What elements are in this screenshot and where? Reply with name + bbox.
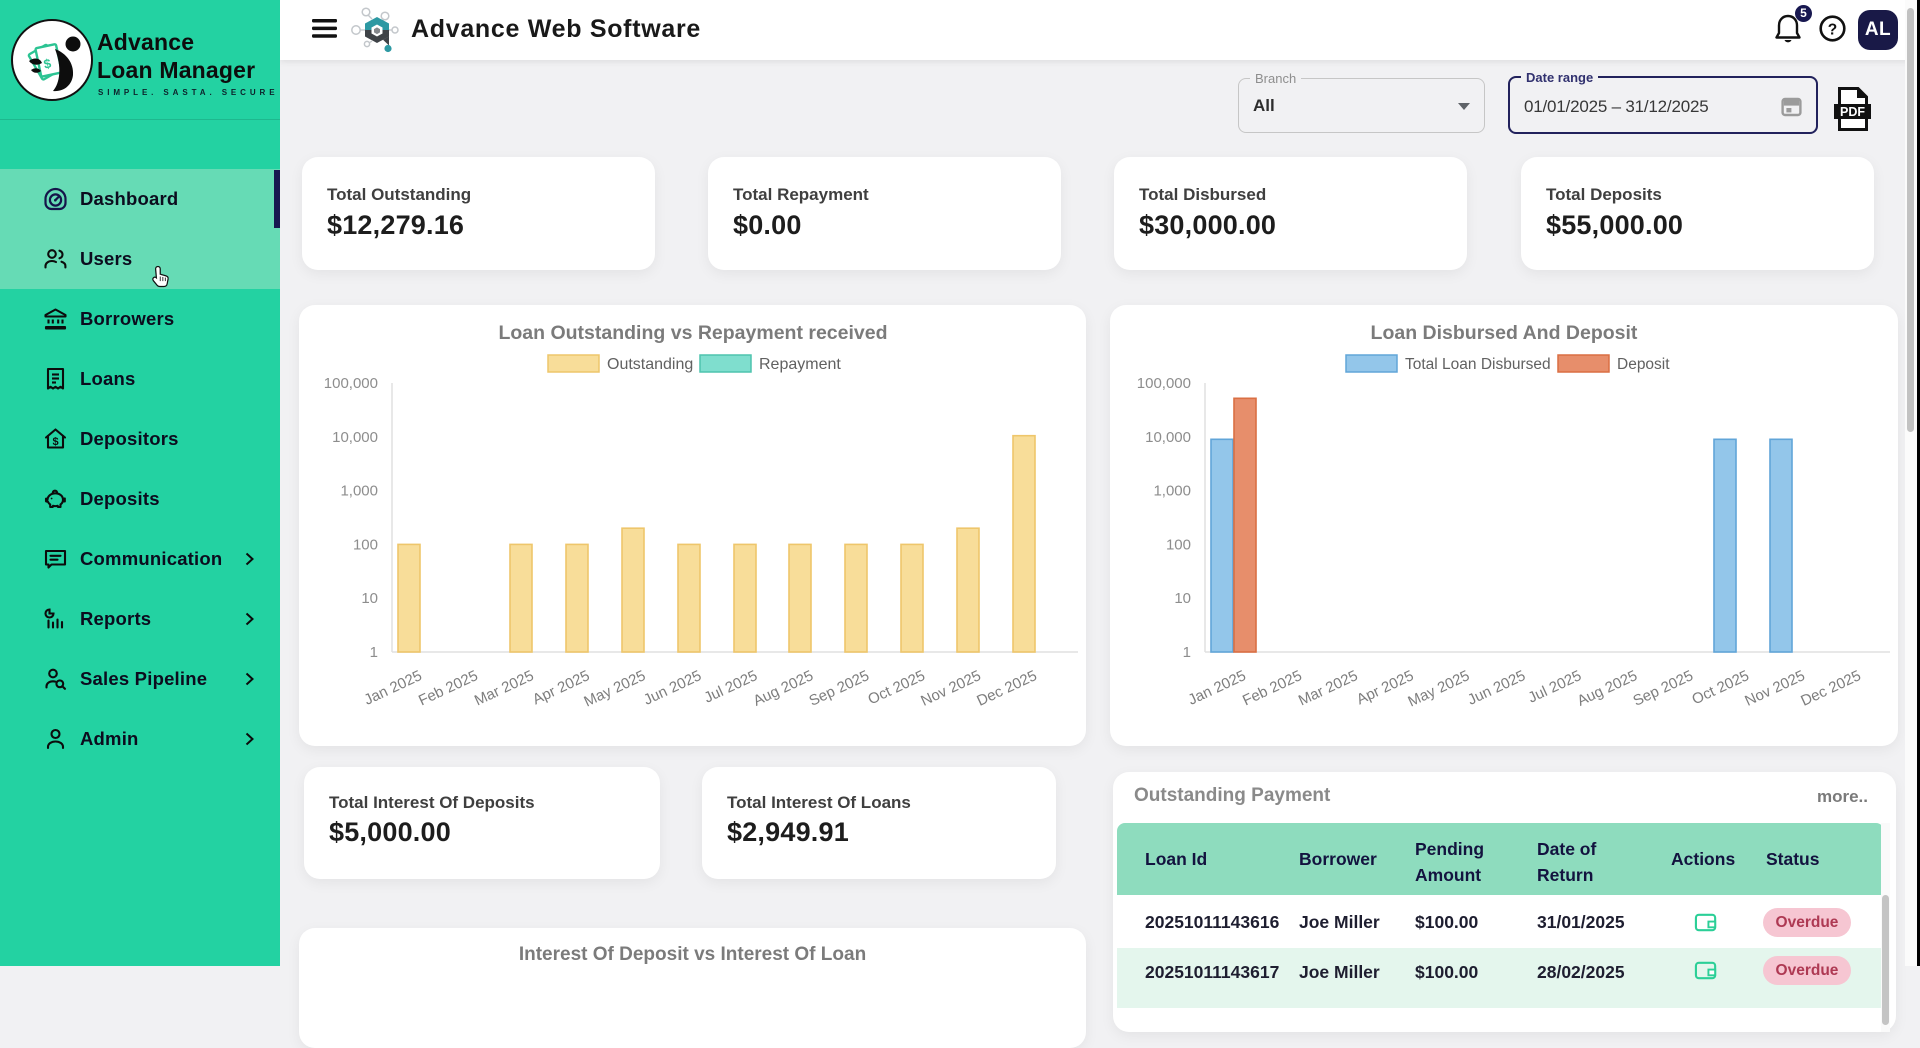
svg-text:10,000: 10,000 bbox=[332, 429, 378, 446]
svg-text:Loan Outstanding vs Repayment: Loan Outstanding vs Repayment received bbox=[498, 322, 887, 344]
svg-text:10: 10 bbox=[1174, 590, 1191, 607]
svg-text:Oct 2025: Oct 2025 bbox=[865, 667, 927, 708]
svg-text:100,000: 100,000 bbox=[324, 375, 378, 392]
svg-text:Mar 2025: Mar 2025 bbox=[472, 667, 537, 709]
svg-text:Dec 2025: Dec 2025 bbox=[1798, 667, 1863, 710]
svg-text:Deposit: Deposit bbox=[1617, 356, 1670, 373]
svg-text:Nov 2025: Nov 2025 bbox=[1742, 667, 1807, 710]
svg-text:Mar 2025: Mar 2025 bbox=[1296, 667, 1361, 709]
svg-text:1: 1 bbox=[370, 644, 378, 661]
svg-text:Jun 2025: Jun 2025 bbox=[641, 667, 704, 708]
svg-text:Sep 2025: Sep 2025 bbox=[1630, 667, 1695, 710]
svg-text:Aug 2025: Aug 2025 bbox=[1575, 667, 1640, 710]
svg-text:May 2025: May 2025 bbox=[581, 667, 648, 710]
svg-text:Oct 2025: Oct 2025 bbox=[1689, 667, 1751, 708]
svg-text:Nov 2025: Nov 2025 bbox=[918, 667, 983, 710]
svg-text:Feb 2025: Feb 2025 bbox=[416, 667, 481, 709]
svg-text:1: 1 bbox=[1183, 644, 1191, 661]
svg-text:1,000: 1,000 bbox=[340, 483, 378, 500]
svg-text:10,000: 10,000 bbox=[1145, 429, 1191, 446]
svg-text:10: 10 bbox=[361, 590, 378, 607]
svg-text:Jul 2025: Jul 2025 bbox=[1526, 667, 1585, 706]
svg-text:Jan 2025: Jan 2025 bbox=[362, 667, 425, 708]
svg-text:Jul 2025: Jul 2025 bbox=[702, 667, 761, 706]
svg-text:May 2025: May 2025 bbox=[1405, 667, 1472, 710]
svg-text:Feb 2025: Feb 2025 bbox=[1240, 667, 1305, 709]
svg-text:1,000: 1,000 bbox=[1153, 483, 1191, 500]
svg-text:PDF: PDF bbox=[1840, 105, 1865, 119]
svg-text:Jun 2025: Jun 2025 bbox=[1465, 667, 1528, 708]
svg-text:Loan Disbursed And Deposit: Loan Disbursed And Deposit bbox=[1371, 322, 1638, 344]
svg-text:Dec 2025: Dec 2025 bbox=[974, 667, 1039, 710]
svg-text:100,000: 100,000 bbox=[1137, 375, 1191, 392]
svg-text:Apr 2025: Apr 2025 bbox=[1354, 667, 1416, 708]
svg-text:Apr 2025: Apr 2025 bbox=[530, 667, 592, 708]
svg-text:$: $ bbox=[52, 436, 58, 448]
svg-text:Repayment: Repayment bbox=[759, 356, 841, 373]
svg-text:Jan 2025: Jan 2025 bbox=[1186, 667, 1249, 708]
svg-text:Sep 2025: Sep 2025 bbox=[806, 667, 871, 710]
svg-text:Outstanding: Outstanding bbox=[607, 356, 693, 373]
svg-text:Total Loan Disbursed: Total Loan Disbursed bbox=[1405, 356, 1551, 373]
svg-text:?: ? bbox=[1828, 22, 1837, 39]
svg-text:100: 100 bbox=[353, 536, 378, 553]
svg-text:Aug 2025: Aug 2025 bbox=[751, 667, 816, 710]
svg-text:100: 100 bbox=[1166, 536, 1191, 553]
